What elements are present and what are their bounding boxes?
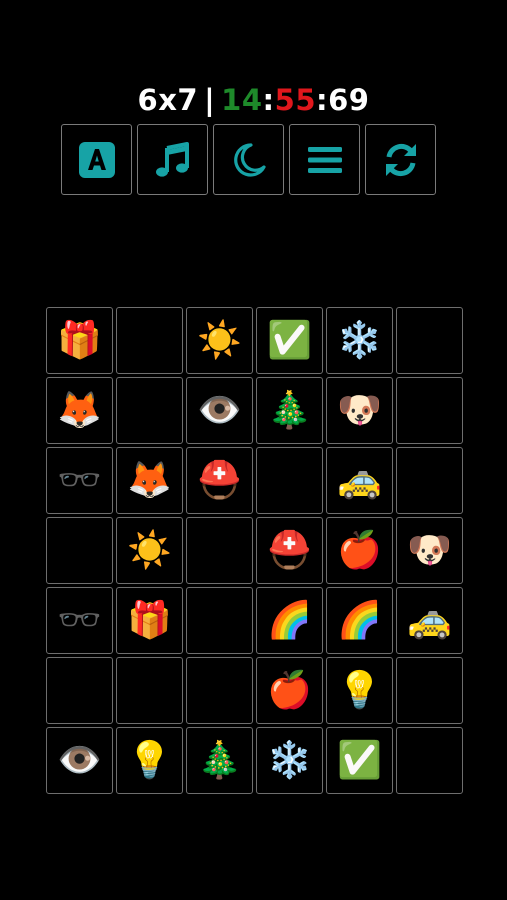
timer-part-c: 69 <box>328 83 370 117</box>
toolbar <box>61 124 436 195</box>
board-cell[interactable]: ❄️ <box>326 307 393 374</box>
status-bar: 6x7 | 14:55:69 <box>0 82 507 118</box>
separator: | <box>204 83 216 117</box>
font-a-icon <box>78 141 115 178</box>
board-cell[interactable]: ✅ <box>326 727 393 794</box>
board-cell[interactable]: ⛑️ <box>186 447 253 514</box>
game-board: 🎁 ☀️ ✅ ❄️ 🦊 👁️ 🎄 🐶 🕶️ 🦊 ⛑️ 🚕 ☀️ ⛑️ 🍎 🐶 🕶️ 🎁 🌈 🌈 🚕 🍎 💡 👁️ 💡 🎄 ❄️ ✅ <box>46 307 463 794</box>
timer-colon-2: : <box>316 83 329 117</box>
board-cell[interactable]: 👁️ <box>186 377 253 444</box>
board-cell[interactable] <box>256 447 323 514</box>
board-cell[interactable]: 🌈 <box>256 587 323 654</box>
timer-part-a: 14 <box>221 83 263 117</box>
board-cell[interactable] <box>186 517 253 584</box>
refresh-button[interactable] <box>365 124 436 195</box>
board-cell[interactable]: 🦊 <box>46 377 113 444</box>
board-cell[interactable]: 🌈 <box>326 587 393 654</box>
board-cell[interactable]: 🦊 <box>116 447 183 514</box>
board-cell[interactable]: 🎁 <box>116 587 183 654</box>
board-cell[interactable] <box>46 657 113 724</box>
board-cell[interactable] <box>396 307 463 374</box>
board-cell[interactable]: 🍎 <box>256 657 323 724</box>
board-cell[interactable] <box>116 377 183 444</box>
board-cell[interactable]: 🎄 <box>186 727 253 794</box>
board-cell[interactable]: 🚕 <box>396 587 463 654</box>
board-cell[interactable]: ❄️ <box>256 727 323 794</box>
board-cell[interactable] <box>396 447 463 514</box>
dark-mode-button[interactable] <box>213 124 284 195</box>
board-cell[interactable]: 🐶 <box>326 377 393 444</box>
board-cell[interactable]: 🕶️ <box>46 447 113 514</box>
board-cell[interactable] <box>186 657 253 724</box>
moon-icon <box>233 142 266 177</box>
board-cell[interactable] <box>46 517 113 584</box>
font-toggle-button[interactable] <box>61 124 132 195</box>
board-cell[interactable]: 🚕 <box>326 447 393 514</box>
board-cell[interactable]: 💡 <box>116 727 183 794</box>
board-cell[interactable]: 🕶️ <box>46 587 113 654</box>
board-cell[interactable] <box>116 657 183 724</box>
board-cell[interactable]: ☀️ <box>116 517 183 584</box>
timer-colon-1: : <box>262 83 275 117</box>
board-cell[interactable]: 🐶 <box>396 517 463 584</box>
music-button[interactable] <box>137 124 208 195</box>
board-cell[interactable]: 💡 <box>326 657 393 724</box>
board-cell[interactable]: ☀️ <box>186 307 253 374</box>
timer-part-b: 55 <box>274 83 316 117</box>
refresh-icon <box>385 143 416 176</box>
music-note-icon <box>155 141 189 177</box>
board-cell[interactable] <box>396 657 463 724</box>
board-cell[interactable]: ✅ <box>256 307 323 374</box>
board-cell[interactable] <box>116 307 183 374</box>
board-cell[interactable]: 🎄 <box>256 377 323 444</box>
board-cell[interactable]: ⛑️ <box>256 517 323 584</box>
board-size-label: 6x7 <box>137 83 199 117</box>
board-cell[interactable] <box>186 587 253 654</box>
board-cell[interactable] <box>396 727 463 794</box>
menu-icon <box>307 146 342 173</box>
board-cell[interactable]: 🎁 <box>46 307 113 374</box>
board-cell[interactable]: 🍎 <box>326 517 393 584</box>
menu-button[interactable] <box>289 124 360 195</box>
board-cell[interactable]: 👁️ <box>46 727 113 794</box>
board-cell[interactable] <box>396 377 463 444</box>
